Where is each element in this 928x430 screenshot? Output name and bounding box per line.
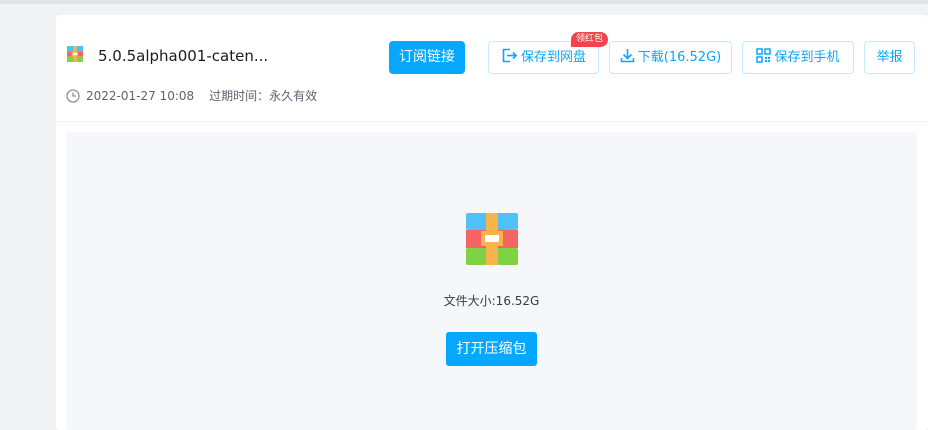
save-to-phone-label: 保存到手机: [774, 50, 840, 65]
archive-icon: [67, 46, 83, 62]
download-button[interactable]: 下载(16.52G): [609, 41, 732, 74]
expire-value: 永久有效: [269, 89, 318, 103]
file-header: 5.0.5alpha001-caten... 订阅链接 保存到网盘 领红包 下载…: [56, 15, 928, 122]
save-to-disk-icon: [502, 48, 518, 63]
qr-code-icon: [756, 48, 772, 63]
file-share-card: 5.0.5alpha001-caten... 订阅链接 保存到网盘 领红包 下载…: [56, 15, 928, 430]
file-date: 2022-01-27 10:08: [86, 89, 195, 103]
report-label: 举报: [876, 50, 903, 65]
file-meta: 2022-01-27 10:08 过期时间：永久有效: [66, 88, 317, 104]
red-packet-badge[interactable]: 领红包: [571, 32, 609, 47]
archive-preview: 文件大小:16.52G 打开压缩包: [66, 132, 917, 430]
save-to-disk-label: 保存到网盘: [520, 50, 586, 65]
file-name: 5.0.5alpha001-caten...: [98, 47, 269, 65]
subscribe-button[interactable]: 订阅链接: [389, 41, 465, 74]
save-to-phone-button[interactable]: 保存到手机: [742, 41, 854, 74]
file-size: 文件大小:16.52G: [443, 294, 540, 308]
subscribe-label: 订阅链接: [399, 49, 455, 65]
expire-label: 过期时间：: [209, 89, 270, 103]
top-border: [0, 0, 928, 4]
archive-icon: [466, 213, 518, 265]
download-label: 下载(16.52G): [637, 50, 722, 65]
open-archive-button[interactable]: 打开压缩包: [446, 332, 537, 366]
report-button[interactable]: 举报: [864, 41, 915, 74]
clock-icon: [66, 88, 80, 103]
download-icon: [620, 49, 635, 63]
